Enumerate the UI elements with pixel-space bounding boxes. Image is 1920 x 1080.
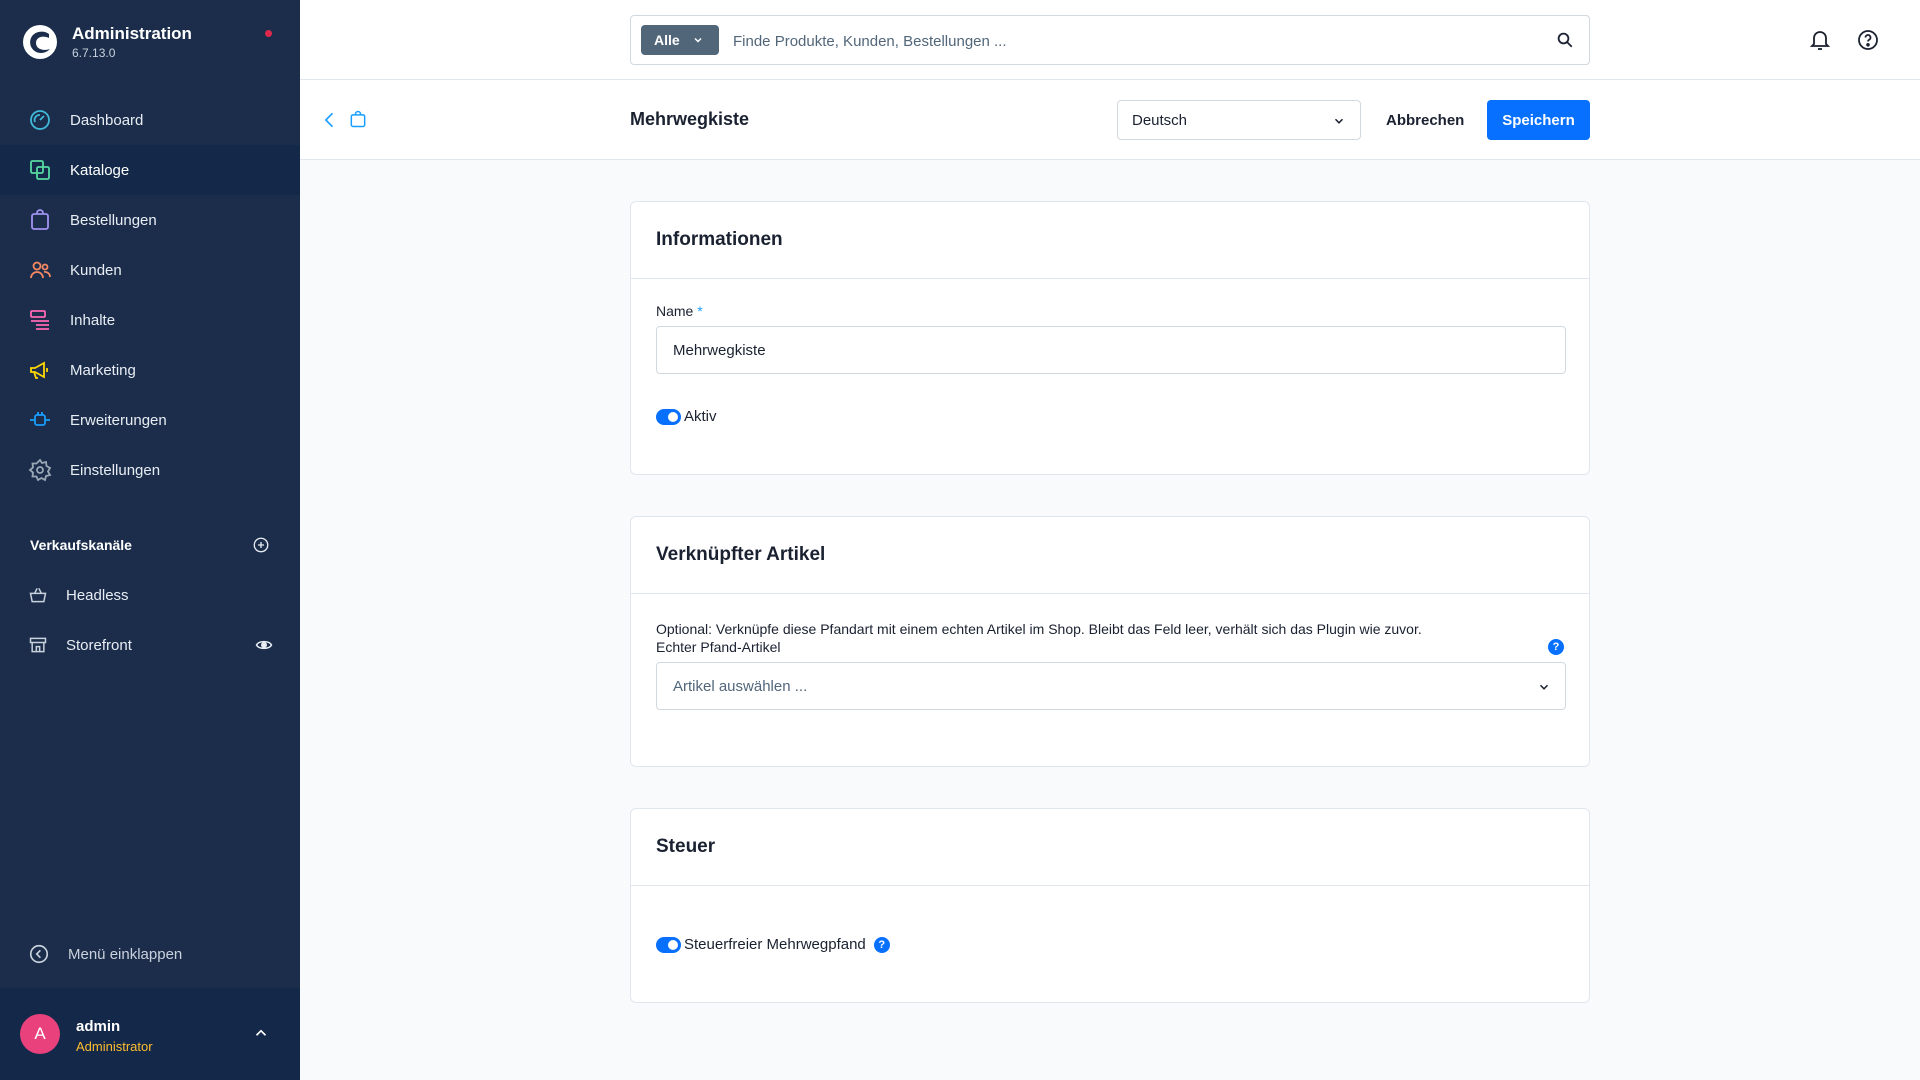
eye-icon[interactable] xyxy=(255,636,273,654)
cancel-button[interactable]: Abbrechen xyxy=(1382,100,1468,140)
tax-free-toggle[interactable] xyxy=(656,936,681,953)
page-title: Mehrwegkiste xyxy=(630,109,750,129)
storefront-icon xyxy=(29,637,47,653)
app-title: Administration xyxy=(72,24,192,43)
users-icon xyxy=(30,261,51,279)
sales-channel-label: Storefront xyxy=(66,636,132,654)
sales-channel-headless[interactable]: Headless xyxy=(28,580,273,610)
shopping-bag-icon xyxy=(350,110,366,128)
card-body: Steuerfreier Mehrwegpfand ? xyxy=(631,936,1589,953)
collapse-label: Menü einklappen xyxy=(68,945,183,963)
search-input[interactable] xyxy=(733,28,1533,54)
shopping-bag-icon xyxy=(31,209,49,230)
topbar: Alle xyxy=(300,0,1920,80)
active-toggle[interactable] xyxy=(656,408,681,425)
user-menu[interactable]: A admin Administrator xyxy=(0,988,300,1080)
linked-field-label: Echter Pfand-Artikel ? xyxy=(656,638,1564,656)
nav-item-dashboard[interactable]: Dashboard xyxy=(0,95,300,145)
global-search: Alle xyxy=(630,15,1590,65)
main-nav: Dashboard Kataloge Bestellungen Kunden I… xyxy=(0,95,300,495)
megaphone-icon xyxy=(30,361,48,379)
sales-channel-storefront[interactable]: Storefront xyxy=(28,630,273,660)
sales-channels-header: Verkaufskanäle xyxy=(30,536,270,554)
dashboard-icon xyxy=(30,110,50,130)
add-sales-channel-icon[interactable] xyxy=(252,536,270,554)
chevron-left-icon[interactable] xyxy=(320,109,340,131)
help-tooltip-icon[interactable]: ? xyxy=(1548,639,1564,655)
card-linked-article: Verknüpfter Artikel Optional: Verknüpfe … xyxy=(630,516,1590,767)
help-tooltip-icon[interactable]: ? xyxy=(873,936,890,953)
card-body: Optional: Verknüpfe diese Pfandart mit e… xyxy=(631,620,1589,710)
chevron-down-icon xyxy=(694,37,702,43)
article-select[interactable]: Artikel auswählen ... xyxy=(656,662,1566,710)
bell-icon[interactable] xyxy=(1808,28,1832,52)
nav-item-catalogues[interactable]: Kataloge xyxy=(0,145,300,195)
search-icon[interactable] xyxy=(1556,31,1574,49)
nav-label: Bestellungen xyxy=(70,211,157,229)
card-tax: Steuer Steuerfreier Mehrwegpfand ? xyxy=(630,808,1590,1003)
app-version: 6.7.13.0 xyxy=(72,46,116,60)
basket-icon xyxy=(29,587,47,603)
shopware-logo-icon xyxy=(23,25,57,59)
nav-label: Einstellungen xyxy=(70,461,161,479)
active-toggle-row: Aktiv xyxy=(656,408,1564,425)
card-body: Name * Mehrwegkiste Aktiv xyxy=(631,303,1589,425)
name-label: Name * xyxy=(656,303,1564,319)
plug-icon xyxy=(30,412,50,426)
name-label-text: Name xyxy=(656,303,694,319)
user-name: admin xyxy=(76,1018,121,1035)
card-title: Steuer xyxy=(631,809,1589,886)
nav-label: Dashboard xyxy=(70,111,144,129)
chevron-down-icon xyxy=(1334,118,1344,124)
search-scope-select[interactable]: Alle xyxy=(641,25,719,55)
nav-label: Marketing xyxy=(70,361,136,379)
nav-item-customers[interactable]: Kunden xyxy=(0,245,300,295)
sales-channel-label: Headless xyxy=(66,586,129,604)
article-select-placeholder: Artikel auswählen ... xyxy=(673,677,808,695)
tax-free-label: Steuerfreier Mehrwegpfand xyxy=(684,936,866,953)
card-title: Verknüpfter Artikel xyxy=(631,517,1589,594)
nav-item-orders[interactable]: Bestellungen xyxy=(0,195,300,245)
required-mark: * xyxy=(697,303,703,319)
card-information: Informationen Name * Mehrwegkiste Aktiv xyxy=(630,201,1590,475)
user-role: Administrator xyxy=(76,1039,153,1054)
search-scope-label: Alle xyxy=(654,32,680,48)
nav-item-extensions[interactable]: Erweiterungen xyxy=(0,395,300,445)
avatar: A xyxy=(20,1014,60,1054)
nav-item-content[interactable]: Inhalte xyxy=(0,295,300,345)
content-icon xyxy=(30,310,49,330)
language-value: Deutsch xyxy=(1132,111,1188,129)
chevron-down-icon xyxy=(1539,684,1549,690)
help-icon[interactable] xyxy=(1856,28,1880,52)
nav-label: Inhalte xyxy=(70,311,116,329)
linked-help-text: Optional: Verknüpfe diese Pfandart mit e… xyxy=(656,621,1422,637)
linked-field-label-text: Echter Pfand-Artikel xyxy=(656,639,781,655)
nav-item-settings[interactable]: Einstellungen xyxy=(0,445,300,495)
smart-bar: Mehrwegkiste Deutsch Abbrechen Speichern xyxy=(300,80,1920,160)
nav-label: Erweiterungen xyxy=(70,411,167,429)
brand[interactable]: Administration 6.7.13.0 xyxy=(22,24,192,60)
card-title: Informationen xyxy=(631,202,1589,279)
chevron-up-icon[interactable] xyxy=(252,1024,270,1042)
nav-label: Kunden xyxy=(70,261,122,279)
nav-label: Kataloge xyxy=(70,161,130,179)
sidebar: Administration 6.7.13.0 Dashboard Katalo… xyxy=(0,0,300,1080)
collapse-menu-button[interactable]: Menü einklappen xyxy=(28,943,182,965)
notification-dot xyxy=(265,30,272,37)
products-icon xyxy=(30,160,50,180)
language-select[interactable]: Deutsch xyxy=(1117,100,1361,140)
save-button[interactable]: Speichern xyxy=(1487,100,1590,140)
sales-channels-title: Verkaufskanäle xyxy=(30,537,132,553)
nav-item-marketing[interactable]: Marketing xyxy=(0,345,300,395)
tax-free-toggle-row: Steuerfreier Mehrwegpfand ? xyxy=(656,936,1564,953)
gear-icon xyxy=(28,458,52,482)
chevron-left-circle-icon xyxy=(29,944,49,964)
name-input[interactable]: Mehrwegkiste xyxy=(656,326,1566,374)
active-label: Aktiv xyxy=(684,408,717,425)
